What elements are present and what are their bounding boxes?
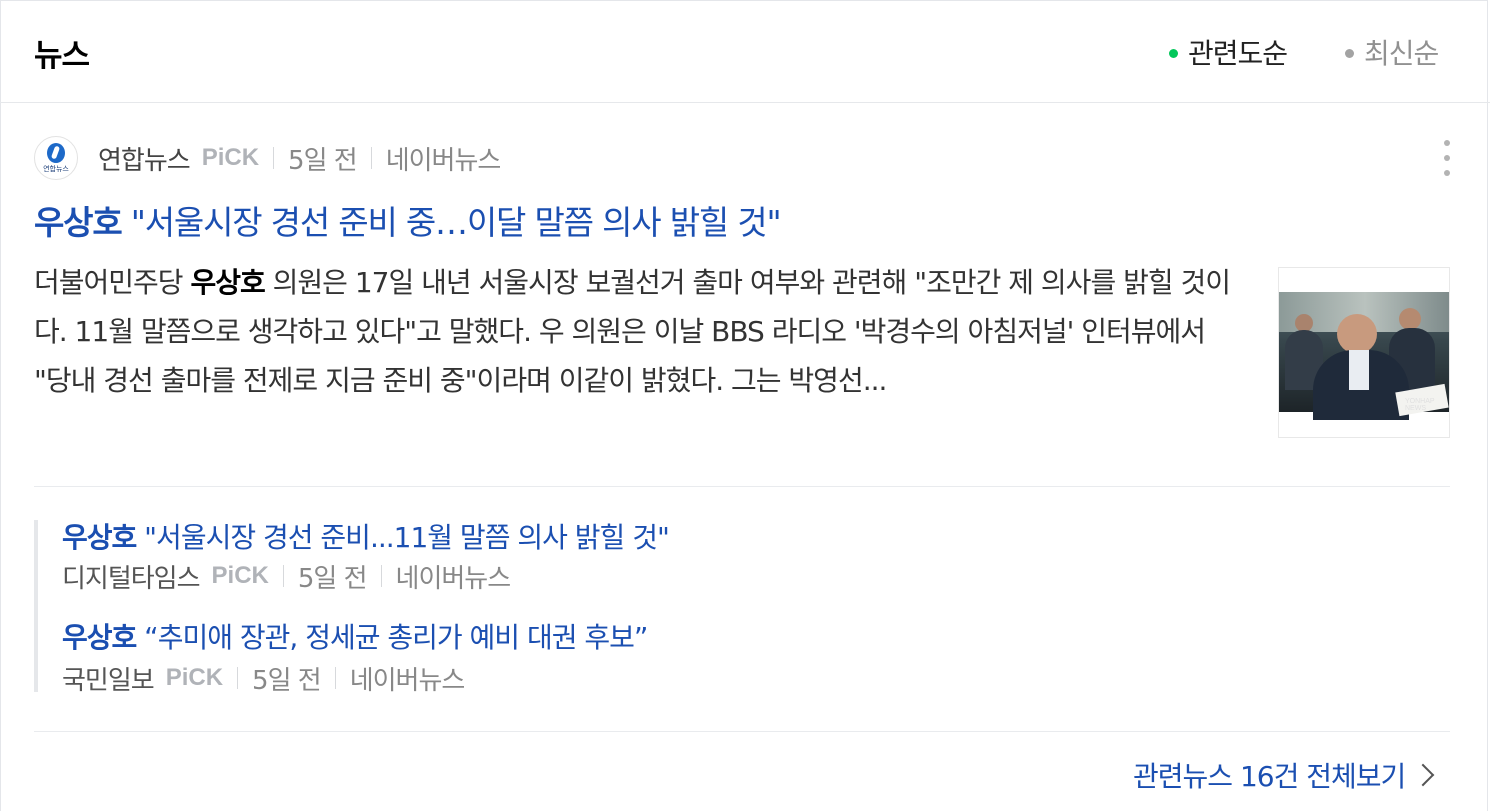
chevron-right-icon <box>1411 763 1435 787</box>
all-news-label: 관련뉴스 16건 전체보기 <box>1133 760 1406 793</box>
related-press-name[interactable]: 국민일보 <box>62 660 155 697</box>
thumbnail-photo: YONHAP NEWS <box>1279 292 1449 420</box>
pick-badge: PiCK <box>201 144 260 171</box>
naver-news-link[interactable]: 네이버뉴스 <box>386 140 502 177</box>
pick-badge: PiCK <box>211 562 269 589</box>
divider <box>380 565 382 587</box>
main-article-press-row: 연합뉴스 연합뉴스 PiCK 5일 전 네이버뉴스 <box>34 136 502 180</box>
yonhap-logo-icon <box>47 142 65 163</box>
press-logo-text: 연합뉴스 <box>43 164 69 173</box>
related-news-bar <box>34 520 38 692</box>
related-title-keyword: 우상호 <box>62 621 137 654</box>
main-article-title[interactable]: 우상호 "서울시장 경선 준비 중…이달 말쯤 의사 밝힐 것" <box>34 196 782 244</box>
naver-news-link[interactable]: 네이버뉴스 <box>350 660 466 697</box>
divider <box>282 565 284 587</box>
press-logo[interactable]: 연합뉴스 <box>34 136 78 180</box>
related-title-keyword: 우상호 <box>62 521 137 554</box>
article-time: 5일 전 <box>288 145 358 176</box>
thumbnail-watermark: YONHAP NEWS <box>1405 398 1435 412</box>
related-article-meta: 국민일보 PiCK 5일 전 네이버뉴스 <box>62 658 466 698</box>
related-article-title[interactable]: 우상호 "서울시장 경선 준비...11월 말쯤 의사 밝힐 것" <box>62 516 670 556</box>
divider <box>370 147 372 169</box>
sort-latest-option[interactable]: 최신순 <box>1345 32 1439 72</box>
inactive-dot-icon <box>1345 48 1354 58</box>
sort-latest-label: 최신순 <box>1364 37 1439 70</box>
news-header: 뉴스 관련도순 최신순 <box>0 0 1490 103</box>
related-title-text: “추미애 장관, 정세균 총리가 예비 대권 후보” <box>136 621 648 654</box>
divider <box>334 667 336 689</box>
footer-divider <box>34 731 1450 732</box>
more-options-icon[interactable] <box>1441 140 1453 180</box>
title-keyword: 우상호 <box>34 203 123 242</box>
all-related-news-link[interactable]: 관련뉴스 16건 전체보기 <box>1133 755 1435 795</box>
section-title: 뉴스 <box>34 38 90 74</box>
summary-keyword: 우상호 <box>190 266 265 299</box>
main-article-summary[interactable]: 더불어민주당 우상호 의원은 17일 내년 서울시장 보궐선거 출마 여부와 관… <box>34 258 1244 405</box>
naver-news-link[interactable]: 네이버뉴스 <box>396 558 512 595</box>
summary-pre: 더불어민주당 <box>34 266 191 299</box>
related-article-meta: 디지털타임스 PiCK 5일 전 네이버뉴스 <box>62 556 512 596</box>
sort-relevance-label: 관련도순 <box>1188 37 1288 70</box>
article-thumbnail[interactable]: YONHAP NEWS <box>1278 267 1450 438</box>
active-dot-icon <box>1169 48 1178 58</box>
sort-relevance-option[interactable]: 관련도순 <box>1169 32 1288 72</box>
related-time: 5일 전 <box>297 563 368 594</box>
divider <box>273 147 275 169</box>
related-title-text: "서울시장 경선 준비...11월 말쯤 의사 밝힐 것" <box>136 521 670 554</box>
related-press-name[interactable]: 디지털타임스 <box>62 558 201 595</box>
related-time: 5일 전 <box>252 665 322 696</box>
section-divider <box>34 486 1450 487</box>
divider <box>237 667 239 689</box>
title-text: "서울시장 경선 준비 중…이달 말쯤 의사 밝힐 것" <box>121 203 782 242</box>
press-name[interactable]: 연합뉴스 <box>98 140 191 177</box>
pick-badge: PiCK <box>165 664 224 691</box>
related-article-title[interactable]: 우상호 “추미애 장관, 정세균 총리가 예비 대권 후보” <box>62 616 648 656</box>
